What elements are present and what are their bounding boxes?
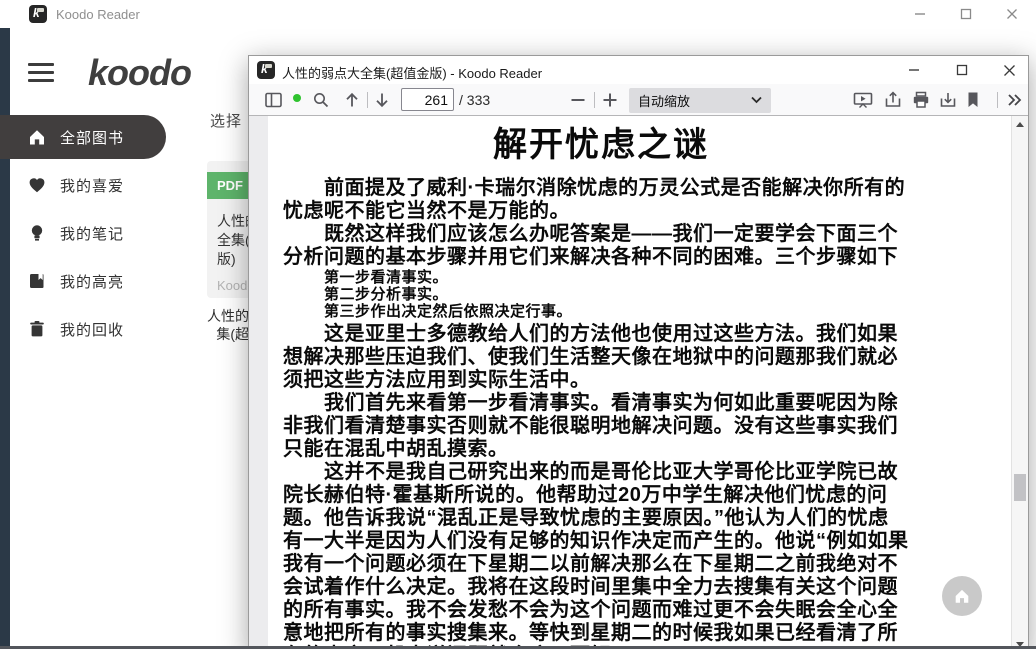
vertical-scrollbar[interactable] xyxy=(1011,116,1028,649)
search-icon[interactable] xyxy=(312,91,330,109)
home-icon xyxy=(27,127,47,147)
koodo-app-icon: k xyxy=(257,61,275,79)
home-icon xyxy=(953,587,971,605)
open-file-icon[interactable] xyxy=(884,91,902,109)
sidebar-item-highlights[interactable]: 我的高亮 xyxy=(0,259,200,303)
pdf-page-text: 解开忧虑之谜 前面提及了威利·卡瑞尔消除忧虑的万灵公式是否能解决你所有的 忧虑呢… xyxy=(283,116,919,649)
print-icon[interactable] xyxy=(912,91,930,109)
zoom-in-icon[interactable] xyxy=(601,91,619,109)
page-total-label: / 333 xyxy=(459,92,490,108)
main-titlebar: k Koodo Reader xyxy=(0,0,1036,28)
main-minimize-button[interactable] xyxy=(898,0,942,28)
sidebar-item-favorites[interactable]: 我的喜爱 xyxy=(0,163,200,207)
pdf-toolbar: / 333 自动缩放 xyxy=(249,84,1028,116)
koodo-logo: koodo xyxy=(88,52,191,94)
reader-titlebar: k 人性的弱点大全集(超值金版) - Koodo Reader xyxy=(249,56,1028,84)
heart-icon xyxy=(27,175,47,195)
pdf-page: 解开忧虑之谜 前面提及了威利·卡瑞尔消除忧虑的万灵公式是否能解决你所有的 忧虑呢… xyxy=(268,116,1012,649)
pdf-viewer-content: 解开忧虑之谜 前面提及了威利·卡瑞尔消除忧虑的万灵公式是否能解决你所有的 忧虑呢… xyxy=(249,116,1028,649)
reader-close-button[interactable] xyxy=(988,56,1030,84)
koodo-app-icon: k xyxy=(29,5,47,23)
main-close-button[interactable] xyxy=(990,0,1034,28)
page-number-input[interactable] xyxy=(401,88,454,111)
back-to-home-button[interactable] xyxy=(942,576,982,616)
page-up-icon[interactable] xyxy=(343,91,361,109)
sidebar-item-trash[interactable]: 我的回收 xyxy=(0,307,200,351)
reader-maximize-button[interactable] xyxy=(941,56,983,84)
download-icon[interactable] xyxy=(939,91,957,109)
scrollbar-thumb[interactable] xyxy=(1014,474,1026,501)
zoom-level-select[interactable]: 自动缩放 xyxy=(629,88,771,113)
reader-window: k 人性的弱点大全集(超值金版) - Koodo Reader xyxy=(248,55,1029,649)
bookmark-icon[interactable] xyxy=(965,91,983,109)
more-tools-icon[interactable] xyxy=(1005,91,1023,109)
trash-icon xyxy=(27,319,47,339)
main-window-title: Koodo Reader xyxy=(56,7,140,22)
book-icon xyxy=(27,271,47,291)
status-dot xyxy=(293,94,301,102)
chevron-down-icon xyxy=(751,96,762,104)
scroll-up-icon[interactable] xyxy=(1016,122,1024,127)
desktop: k Koodo Reader koodo 全部图书 xyxy=(0,0,1036,649)
menu-hamburger-icon[interactable] xyxy=(28,63,54,85)
select-label[interactable]: 选择 xyxy=(210,110,242,131)
sidebar-item-all-books[interactable]: 全部图书 xyxy=(0,115,166,159)
chapter-heading: 解开忧虑之谜 xyxy=(283,127,919,163)
reader-minimize-button[interactable] xyxy=(893,56,935,84)
sidebar-toggle-icon[interactable] xyxy=(265,91,283,109)
step-list: 第一步看清事实。 第二步分析事实。 第三步作出决定然后依照决定行事。 xyxy=(283,269,919,320)
sidebar-item-notes[interactable]: 我的笔记 xyxy=(0,211,200,255)
pdf-format-badge: PDF xyxy=(207,172,253,199)
zoom-out-icon[interactable] xyxy=(569,91,587,109)
main-maximize-button[interactable] xyxy=(944,0,988,28)
bulb-icon xyxy=(27,223,47,243)
reader-window-title: 人性的弱点大全集(超值金版) - Koodo Reader xyxy=(282,63,542,82)
presentation-icon[interactable] xyxy=(853,91,871,109)
page-down-icon[interactable] xyxy=(373,91,391,109)
